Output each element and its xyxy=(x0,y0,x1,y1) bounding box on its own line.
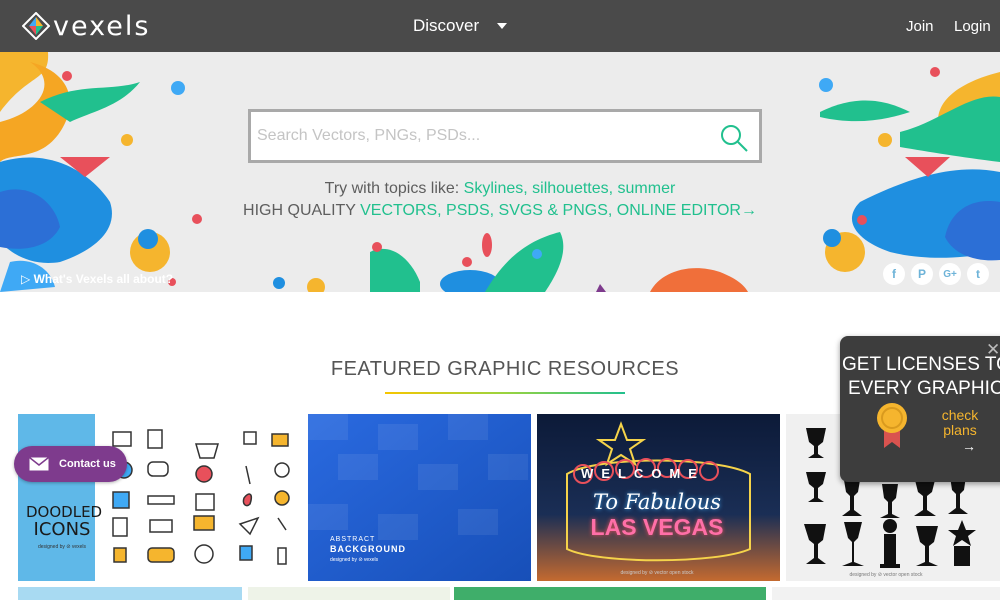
licenses-promo-panel: ✕ GET LICENSES TO EVERY GRAPHIC check pl… xyxy=(840,336,1000,482)
title-underline xyxy=(385,392,625,394)
hero-splash-art xyxy=(0,52,1000,292)
featured-card-row2-4[interactable] xyxy=(772,587,1000,600)
arrow-right-icon[interactable]: → xyxy=(962,438,976,454)
quality-tagline: HIGH QUALITY VECTORS, PSDS, SVGS & PNGS,… xyxy=(0,202,1000,220)
search-input[interactable] xyxy=(257,122,707,150)
twitter-letter: t xyxy=(976,267,980,281)
featured-card-row2-3[interactable] xyxy=(454,587,766,600)
doodled-icons-art xyxy=(18,414,290,581)
abstract-credit: designed by ⊘ vexels xyxy=(330,557,379,563)
discover-menu[interactable]: Discover xyxy=(413,16,508,36)
topics-prefix: Try with topics like: xyxy=(324,180,464,197)
abstract-background-art xyxy=(308,414,531,581)
topic-link-skylines[interactable]: Skylines xyxy=(464,180,524,197)
about-vexels-link[interactable]: ▷ What's Vexels all about? xyxy=(21,272,173,286)
envelope-icon xyxy=(29,457,49,471)
trophies-credit: designed by ⊘ vector open stock xyxy=(849,572,923,578)
vegas-welcome: WELCOME xyxy=(581,466,705,481)
medal-icon xyxy=(877,403,907,448)
doodled-title: DOODLED ICONS xyxy=(26,504,102,540)
contact-us-button[interactable]: Contact us xyxy=(14,446,127,482)
abstract-line2: BACKGROUND xyxy=(330,544,406,554)
quality-prefix: HIGH QUALITY xyxy=(243,202,361,219)
vegas-to-fabulous: To Fabulous xyxy=(593,490,721,514)
check-plans-link[interactable]: check plans xyxy=(938,408,982,438)
doodled-line2: ICONS xyxy=(33,519,91,540)
featured-card-row2-1[interactable] xyxy=(18,587,242,600)
google-plus-letter: G+ xyxy=(943,268,957,280)
logo-icon xyxy=(22,12,50,40)
featured-card-las-vegas[interactable]: WELCOME To Fabulous LAS VEGAS designed b… xyxy=(537,414,780,581)
promo-line1: GET LICENSES TO xyxy=(842,354,1000,375)
join-link[interactable]: Join xyxy=(906,18,934,35)
hero-banner: Try with topics like: Skylines, silhouet… xyxy=(0,52,1000,292)
discover-label: Discover xyxy=(413,16,480,35)
quality-link[interactable]: VECTORS, PSDS, SVGS & PNGS, ONLINE EDITO… xyxy=(360,202,757,219)
chevron-down-icon xyxy=(497,23,508,29)
pinterest-letter: P xyxy=(917,267,926,281)
pinterest-icon[interactable]: P xyxy=(911,263,933,285)
topic-link-summer[interactable]: summer xyxy=(618,180,676,197)
topic-suggestions: Try with topics like: Skylines, silhouet… xyxy=(324,180,676,197)
vegas-credit: designed by ⊘ vector open stock xyxy=(620,570,694,576)
contact-us-label: Contact us xyxy=(59,458,116,470)
google-plus-icon[interactable]: G+ xyxy=(939,263,961,285)
facebook-letter: f xyxy=(892,267,896,281)
featured-card-doodled-icons[interactable]: DOODLED ICONS designed by ⊘ vexels xyxy=(18,414,306,581)
topic-link-silhouettes[interactable]: silhouettes xyxy=(532,180,609,197)
promo-line2: EVERY GRAPHIC xyxy=(848,378,1000,399)
doodled-credit: designed by ⊘ vexels xyxy=(37,544,87,550)
vexels-logo[interactable]: vexels xyxy=(22,10,151,42)
featured-card-abstract-background[interactable]: ABSTRACT BACKGROUND designed by ⊘ vexels xyxy=(308,414,531,581)
login-link[interactable]: Login xyxy=(954,18,991,35)
logo-text: vexels xyxy=(53,10,151,42)
facebook-icon[interactable]: f xyxy=(883,263,905,285)
search-icon[interactable] xyxy=(719,123,749,153)
featured-card-row2-2[interactable] xyxy=(248,587,450,600)
twitter-icon[interactable]: t xyxy=(967,263,989,285)
search-bar xyxy=(248,109,762,163)
top-nav: vexels Discover Join Login xyxy=(0,0,1000,52)
vegas-city: LAS VEGAS xyxy=(590,514,724,540)
abstract-line1: ABSTRACT xyxy=(330,536,376,543)
